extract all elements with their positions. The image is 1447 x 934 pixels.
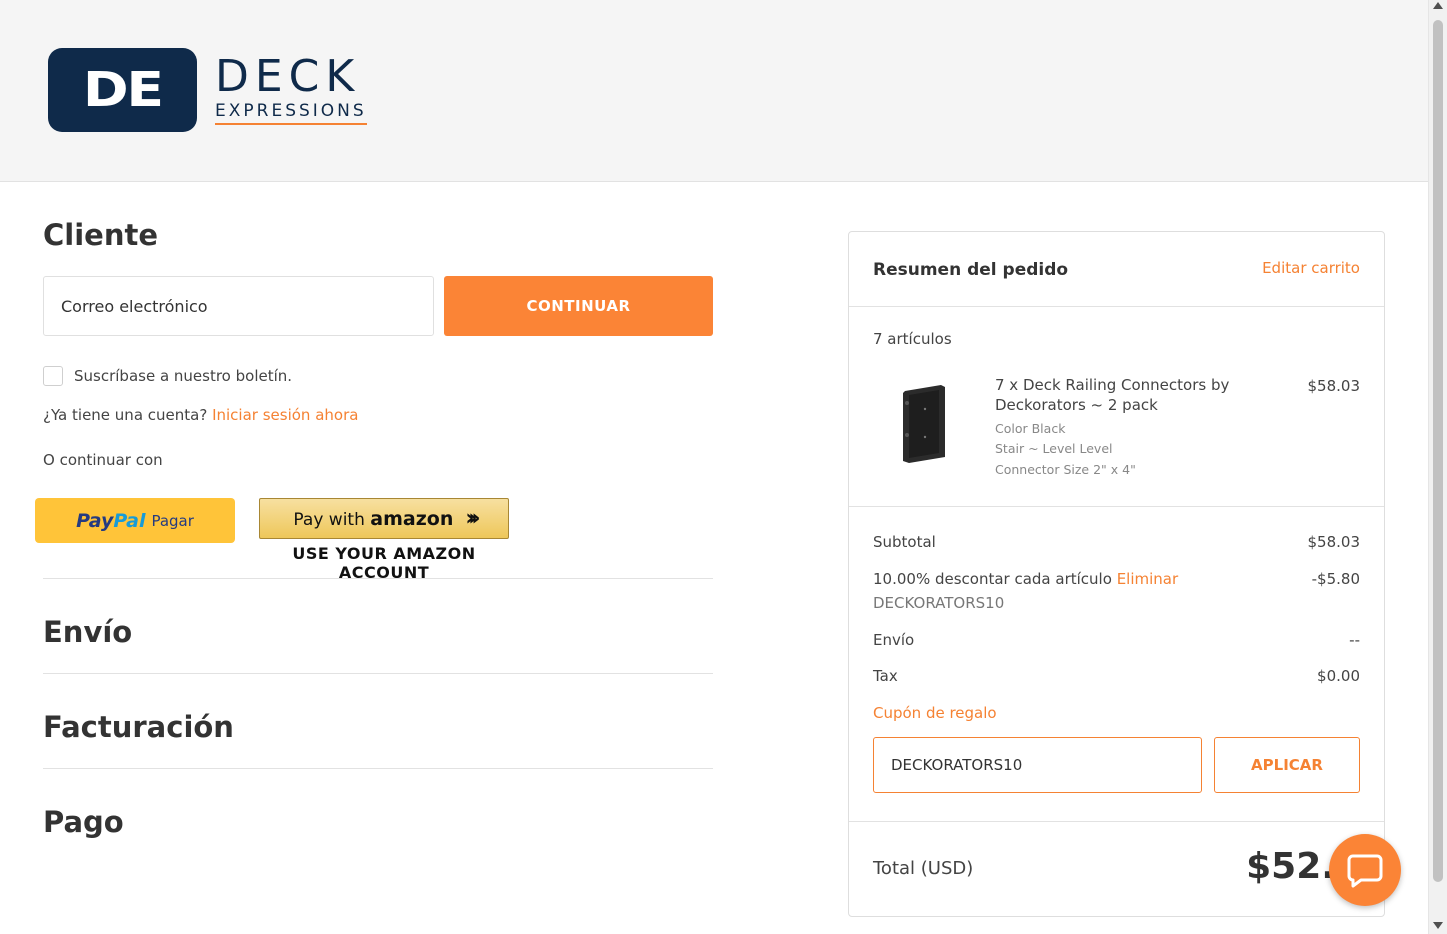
amazon-pay-prefix: Pay with (293, 509, 365, 530)
logo-wordmark: DECK EXPRESSIONS (215, 55, 367, 125)
section-divider (43, 768, 713, 769)
product-option: Stair ~ Level Level (995, 441, 1113, 456)
shipping-section-title[interactable]: Envío (43, 615, 132, 649)
items-count: 7 artículos (873, 330, 952, 348)
amazon-brand: amazon (370, 507, 454, 530)
discount-row: 10.00% descontar cada artículo Eliminar … (873, 570, 1360, 588)
billing-section-title[interactable]: Facturación (43, 710, 234, 744)
subtotal-label: Subtotal (873, 533, 936, 551)
apply-coupon-button[interactable]: APLICAR (1214, 737, 1360, 793)
continue-with-label: O continuar con (43, 451, 163, 469)
logo-mark-text: DE (83, 62, 164, 118)
discount-value: -$5.80 (1311, 570, 1360, 588)
product-name: 7 x Deck Railing Connectors by Deckorato… (995, 376, 1230, 414)
shipping-row: Envío -- (873, 631, 1360, 649)
newsletter-checkbox[interactable] (43, 366, 63, 386)
paypal-logo-pal: Pal (113, 509, 146, 532)
double-chevron-right-icon: ››› (465, 506, 480, 531)
discount-label: 10.00% descontar cada artículo (873, 570, 1112, 588)
shipping-value: -- (1349, 631, 1360, 649)
product-image (903, 385, 945, 463)
section-divider (43, 578, 713, 579)
scrollbar-thumb[interactable] (1433, 20, 1443, 882)
summary-divider (849, 506, 1384, 507)
subtotal-value: $58.03 (1307, 533, 1361, 551)
paypal-label: Pagar (151, 511, 194, 530)
scroll-up-arrow-icon[interactable] (1433, 2, 1443, 9)
deck-expressions-logo[interactable]: DE DECK EXPRESSIONS (48, 48, 367, 132)
amazon-pay-label: Pay with amazon (293, 508, 453, 530)
gift-coupon-link[interactable]: Cupón de regalo (873, 704, 997, 722)
paypal-button[interactable]: PayPal Pagar (35, 498, 235, 543)
scroll-down-arrow-icon[interactable] (1433, 922, 1443, 929)
payment-section-title[interactable]: Pago (43, 805, 124, 839)
product-option: Connector Size 2" x 4" (995, 462, 1136, 477)
coupon-input[interactable] (873, 737, 1202, 793)
edit-cart-link[interactable]: Editar carrito (1262, 259, 1360, 277)
account-question: ¿Ya tiene una cuenta? (43, 406, 208, 424)
section-divider (43, 673, 713, 674)
order-summary-title: Resumen del pedido (873, 260, 1069, 280)
customer-section-title: Cliente (43, 218, 159, 252)
page-header: DE DECK EXPRESSIONS (0, 0, 1428, 182)
newsletter-option[interactable]: Suscríbase a nuestro boletín. (43, 366, 292, 386)
shipping-label: Envío (873, 631, 915, 649)
tax-row: Tax $0.00 (873, 667, 1360, 685)
order-summary-header: Resumen del pedido Editar carrito (849, 232, 1384, 307)
subtotal-row: Subtotal $58.03 (873, 533, 1360, 551)
logo-mark: DE (48, 48, 197, 132)
signin-link[interactable]: Iniciar sesión ahora (212, 406, 358, 424)
account-prompt: ¿Ya tiene una cuenta? Iniciar sesión aho… (43, 406, 358, 424)
continue-button[interactable]: CONTINUAR (444, 276, 713, 336)
logo-name-line2: EXPRESSIONS (215, 101, 367, 125)
remove-discount-link[interactable]: Eliminar (1117, 570, 1178, 588)
summary-divider (849, 821, 1384, 822)
applied-coupon-code: DECKORATORS10 (873, 594, 1005, 612)
product-option: Color Black (995, 421, 1066, 436)
page-scrollbar[interactable] (1428, 0, 1447, 934)
amazon-pay-button[interactable]: Pay with amazon ››› (259, 498, 509, 539)
email-field[interactable] (43, 276, 434, 336)
logo-name-line1: DECK (215, 51, 361, 102)
order-summary: Resumen del pedido Editar carrito 7 artí… (848, 231, 1385, 917)
total-label: Total (USD) (873, 858, 974, 879)
tax-value: $0.00 (1317, 667, 1360, 685)
tax-label: Tax (873, 667, 898, 685)
paypal-logo: PayPal (76, 510, 145, 532)
chat-icon-glyph (1347, 854, 1383, 888)
amazon-account-caption: USE YOUR AMAZON ACCOUNT (292, 544, 476, 582)
newsletter-label: Suscríbase a nuestro boletín. (74, 367, 293, 385)
paypal-logo-pay: Pay (76, 509, 114, 532)
product-price: $58.03 (1307, 377, 1361, 395)
chat-bubble-icon[interactable] (1329, 834, 1401, 906)
